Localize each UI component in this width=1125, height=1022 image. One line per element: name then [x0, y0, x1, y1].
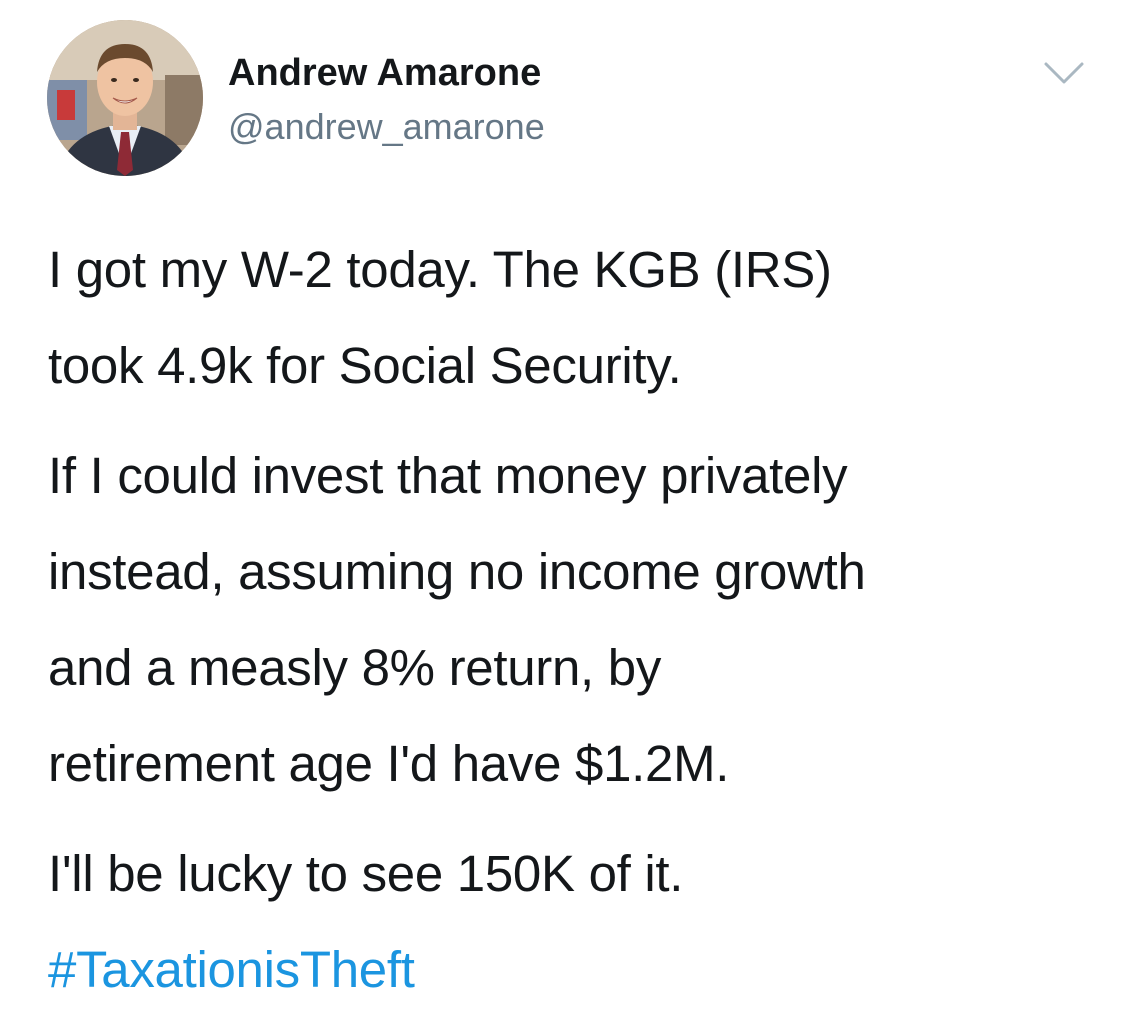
hashtag-link[interactable]: #TaxationisTheft — [48, 922, 1098, 1018]
tweet-paragraph: I'll be lucky to see 150K of it. #Taxati… — [48, 826, 1098, 1018]
chevron-down-icon — [1044, 62, 1084, 84]
tweet-menu-button[interactable] — [1042, 58, 1086, 88]
tweet-text: I got my W-2 today. The KGB (IRS) took 4… — [48, 222, 1098, 1018]
tweet-text-line: If I could invest that money privately — [48, 447, 848, 504]
tweet-text-line: instead, assuming no income growth — [48, 543, 866, 600]
tweet-text-line: I'll be lucky to see 150K of it. — [48, 845, 684, 902]
tweet-paragraph: I got my W-2 today. The KGB (IRS) took 4… — [48, 222, 1098, 414]
avatar[interactable] — [47, 20, 203, 176]
tweet-text-line: retirement age I'd have $1.2M. — [48, 735, 730, 792]
profile-photo-icon — [47, 20, 203, 176]
author-display-name[interactable]: Andrew Amarone — [228, 50, 541, 96]
author-handle[interactable]: @andrew_amarone — [228, 105, 545, 149]
tweet-text-line: and a measly 8% return, by — [48, 639, 662, 696]
tweet-text-line: I got my W-2 today. The KGB (IRS) — [48, 241, 832, 298]
tweet-card: Andrew Amarone @andrew_amarone I got my … — [0, 0, 1125, 1022]
tweet-paragraph: If I could invest that money privately i… — [48, 428, 1098, 812]
tweet-text-line: took 4.9k for Social Security. — [48, 337, 682, 394]
